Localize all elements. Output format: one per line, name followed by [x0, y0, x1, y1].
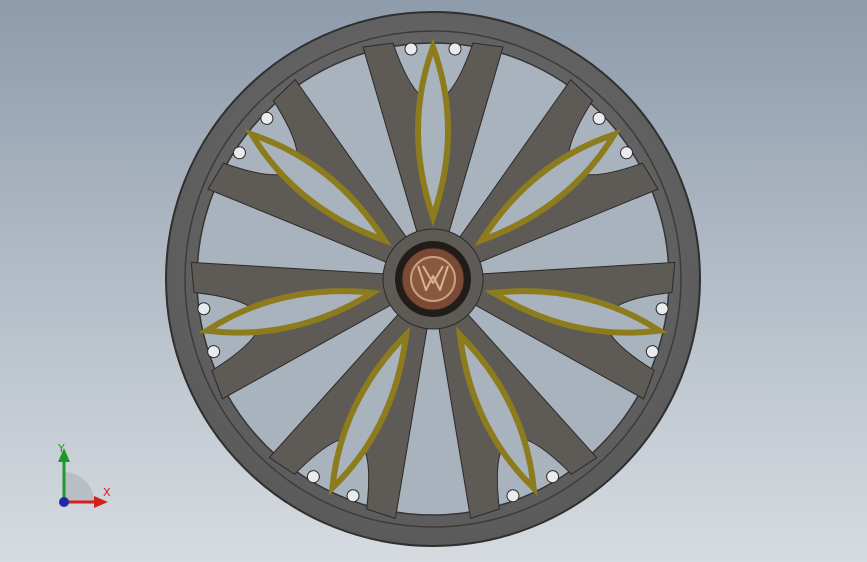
logo-ring: [410, 256, 456, 302]
spoke-window: [415, 38, 451, 227]
bolt-hole: [404, 42, 418, 56]
triad-x-label: X: [103, 486, 111, 499]
wheel-model[interactable]: [0, 0, 867, 562]
triad-y-label: Y: [58, 442, 65, 455]
bolt-hole: [448, 42, 462, 56]
coordinate-triad-icon: [58, 448, 108, 508]
graphics-viewport[interactable]: Y X: [0, 0, 867, 562]
